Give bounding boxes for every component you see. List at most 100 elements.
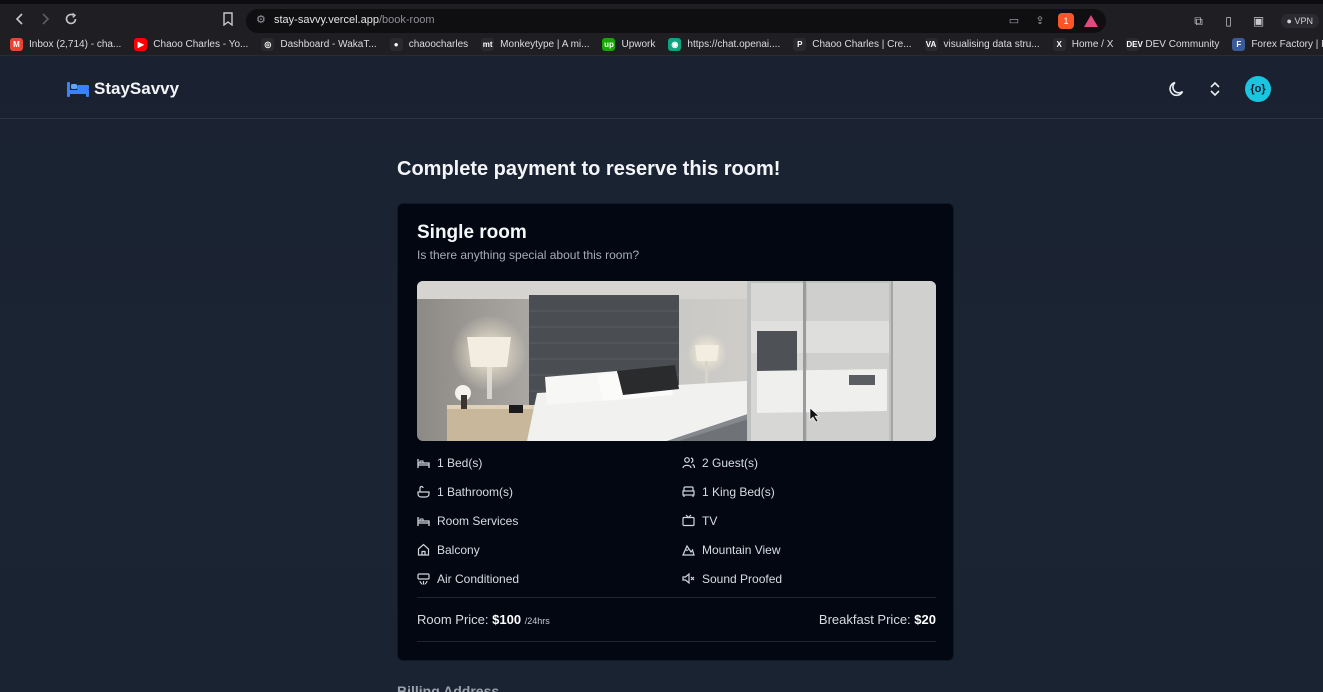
bookmark-item[interactable]: ◎ Dashboard - WakaT... <box>261 38 377 51</box>
bookmark-item[interactable]: M Inbox (2,714) - cha... <box>10 38 121 51</box>
back-arrow-icon <box>15 13 23 25</box>
share-icon[interactable]: ⇪ <box>1032 13 1048 29</box>
wakatime-icon: ◎ <box>261 38 275 51</box>
room-service-icon <box>417 517 430 526</box>
x-icon: X <box>1052 38 1066 51</box>
volume-x-icon <box>682 572 695 585</box>
wallet-icon[interactable]: ▣ <box>1251 13 1267 29</box>
browser-toolbar: ⚙ stay-savvy.vercel.app/book-room ▭ ⇪ 1 … <box>0 0 1323 34</box>
brave-shields-icon[interactable]: 1 <box>1058 13 1074 29</box>
amenity-label: 1 Bathroom(s) <box>437 484 514 499</box>
users-icon <box>682 457 695 469</box>
bookmark-item[interactable]: X Home / X <box>1052 38 1114 51</box>
air-vent-icon <box>417 573 430 585</box>
amenity-item: 2 Guest(s) <box>682 454 936 471</box>
bookmark-label: Monkeytype | A mi... <box>500 39 590 50</box>
chevrons-up-down-icon[interactable] <box>1205 79 1225 99</box>
room-price-label: Room Price: <box>417 612 489 627</box>
breakfast-price-label: Breakfast Price: <box>818 612 911 627</box>
divider <box>417 641 936 642</box>
dev-icon: DEV <box>1126 38 1143 51</box>
price-row: Room Price: $100 /24hrs Breakfast Price:… <box>417 612 936 630</box>
room-image <box>417 281 936 441</box>
room-card: Single room Is there anything special ab… <box>397 203 954 661</box>
amenity-item: Balcony <box>417 541 682 558</box>
amenity-item: Mountain View <box>682 541 936 558</box>
room-title: Single room <box>417 222 527 243</box>
browser-extras: ⧉ ▯ ▣ ● VPN <box>1191 13 1323 29</box>
divider <box>417 597 936 598</box>
bookmark-label: chaoocharles <box>408 39 469 50</box>
bookmark-item[interactable]: VA visualising data stru... <box>924 38 1040 51</box>
amenities-grid: 1 Bed(s) 2 Guest(s) 1 Bathroom(s) 1 King Be… <box>417 454 936 587</box>
amenity-label: Balcony <box>437 542 480 557</box>
breakfast-price: Breakfast Price: $20 <box>819 612 936 627</box>
brand-logo[interactable]: StaySavvy <box>66 79 179 99</box>
bookmark-label: visualising data stru... <box>943 39 1040 50</box>
app-header: StaySavvy {o} <box>0 57 1323 119</box>
extensions-icon[interactable]: ⧉ <box>1191 13 1207 29</box>
billing-address-heading: Billing Address <box>397 683 500 692</box>
amenity-item: TV <box>682 512 936 529</box>
user-avatar[interactable]: {o} <box>1245 76 1271 102</box>
reload-button[interactable] <box>63 12 79 28</box>
bookmark-label: Inbox (2,714) - cha... <box>29 39 122 50</box>
bookmark-item[interactable]: mt Monkeytype | A mi... <box>481 38 589 51</box>
openai-icon: ◉ <box>668 38 682 51</box>
visualgo-icon: VA <box>924 38 938 51</box>
bookmark-label: Home / X <box>1071 39 1114 50</box>
amenity-label: Mountain View <box>702 542 781 557</box>
sidebar-icon[interactable]: ▯ <box>1221 13 1237 29</box>
vpn-button[interactable]: ● VPN <box>1280 14 1319 28</box>
bedroom-photo <box>417 281 936 441</box>
address-bar[interactable]: ⚙ stay-savvy.vercel.app/book-room ▭ ⇪ 1 <box>246 9 1106 33</box>
reader-mode-icon[interactable]: ▭ <box>1006 13 1022 29</box>
bookmark-item[interactable]: P Chaoo Charles | Cre... <box>793 38 912 51</box>
moon-icon[interactable] <box>1167 79 1187 99</box>
bookmark-item[interactable]: F Forex Factory | Fore... <box>1232 38 1323 51</box>
bookmark-label: DEV Community <box>1145 39 1220 50</box>
breakfast-price-value: $20 <box>914 612 936 627</box>
tv-icon <box>682 514 695 527</box>
page-title: Complete payment to reserve this room! <box>397 158 781 180</box>
forward-button[interactable] <box>37 12 53 28</box>
bookmark-label: Forex Factory | Fore... <box>1251 39 1323 50</box>
amenity-item: 1 Bathroom(s) <box>417 483 682 500</box>
brave-rewards-icon[interactable] <box>1084 15 1098 27</box>
bookmark-label: Chaoo Charles - Yo... <box>153 39 249 50</box>
bed-logo-icon <box>67 82 89 97</box>
home-icon <box>417 543 430 556</box>
forexfactory-icon: F <box>1232 38 1246 51</box>
bath-icon <box>417 485 430 498</box>
amenity-item: Sound Proofed <box>682 570 936 587</box>
room-price-value: $100 <box>492 612 522 627</box>
url-text[interactable]: stay-savvy.vercel.app/book-room <box>274 14 435 26</box>
bookmark-label: Chaoo Charles | Cre... <box>812 39 912 50</box>
bookmark-item[interactable]: ● chaoocharles <box>389 38 469 51</box>
bookmark-page-button[interactable] <box>222 12 236 28</box>
forward-arrow-icon <box>42 13 50 25</box>
reload-icon <box>65 12 77 25</box>
amenity-label: TV <box>702 513 718 528</box>
bookmark-item[interactable]: ▶ Chaoo Charles - Yo... <box>134 38 248 51</box>
site-info-icon[interactable]: ⚙ <box>256 13 270 27</box>
bookmark-item[interactable]: DEV DEV Community <box>1126 38 1219 51</box>
vpn-label: VPN <box>1294 16 1313 26</box>
youtube-icon: ▶ <box>134 38 148 51</box>
bookmark-icon <box>223 12 233 27</box>
bookmark-label: Upwork <box>621 39 656 50</box>
amenity-label: 1 King Bed(s) <box>702 484 775 499</box>
amenity-item: 1 Bed(s) <box>417 454 682 471</box>
amenity-item: 1 King Bed(s) <box>682 483 936 500</box>
bookmark-label: https://chat.openai.... <box>687 39 781 50</box>
back-button[interactable] <box>12 12 28 28</box>
brand-name: StaySavvy <box>94 79 180 98</box>
bookmark-item[interactable]: ◉ https://chat.openai.... <box>668 38 780 51</box>
url-actions: ▭ ⇪ 1 <box>1006 13 1098 29</box>
url-path: /book-room <box>378 14 435 26</box>
bookmarks-bar: M Inbox (2,714) - cha... ▶ Chaoo Charles - … <box>0 34 1323 56</box>
bookmark-item[interactable]: up Upwork <box>602 38 655 51</box>
header-actions: {o} <box>1167 76 1271 102</box>
patreon-icon: P <box>793 38 807 51</box>
bookmark-label: Dashboard - WakaT... <box>280 39 377 50</box>
